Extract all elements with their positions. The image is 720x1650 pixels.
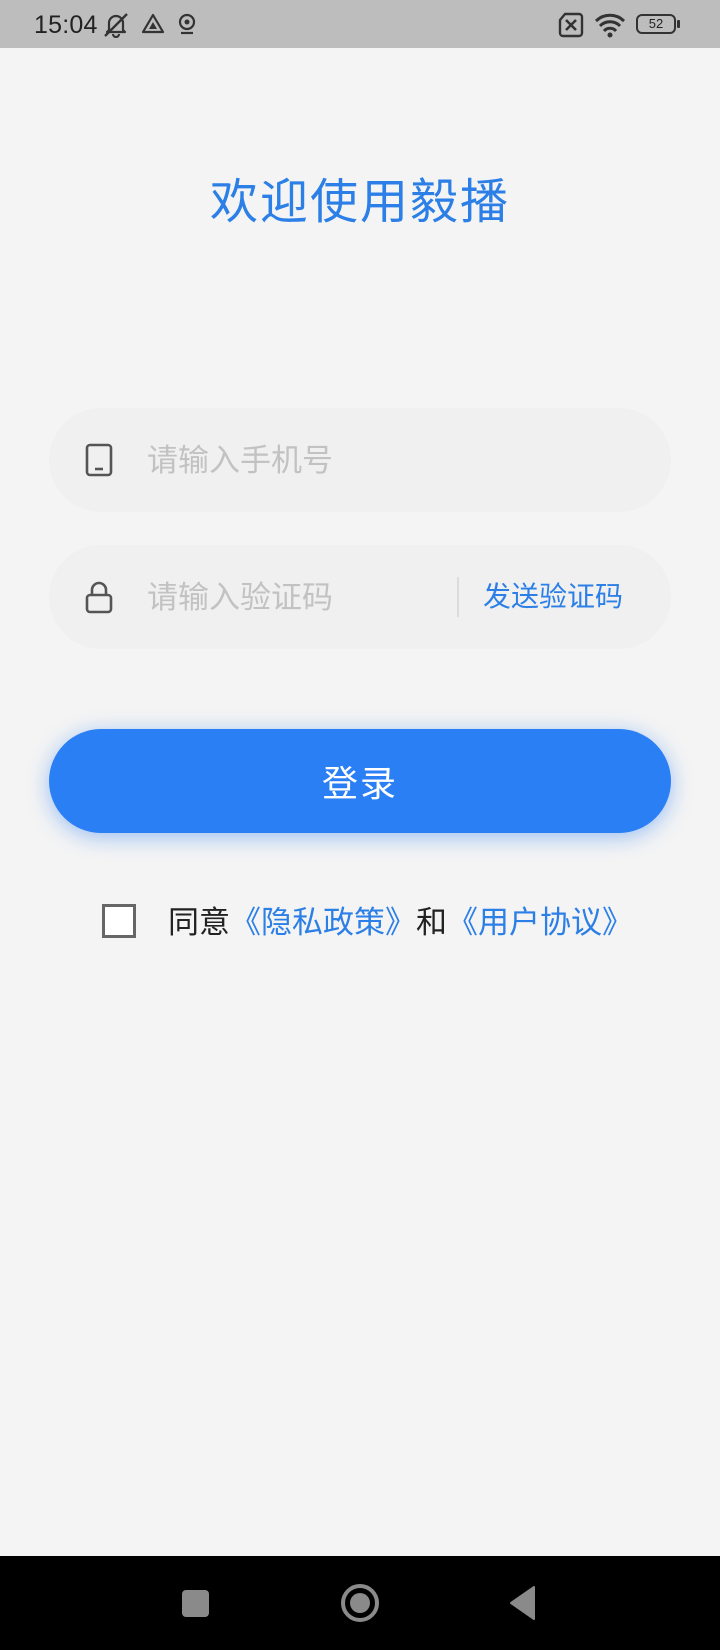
- status-bar: 15:04 52: [0, 0, 720, 48]
- agree-checkbox[interactable]: [102, 904, 136, 938]
- send-code-button[interactable]: 发送验证码: [483, 575, 623, 619]
- battery-level: 52: [648, 16, 664, 31]
- privacy-policy-link[interactable]: 《隐私政策》: [230, 905, 416, 941]
- agreement-row: 同意《隐私政策》和《用户协议》: [102, 900, 702, 946]
- phone-field: [49, 408, 671, 512]
- back-icon[interactable]: [500, 1578, 550, 1628]
- field-divider: [457, 577, 459, 617]
- battery-tip: [677, 20, 680, 28]
- phone-icon: [85, 443, 113, 477]
- verification-code-input[interactable]: [145, 567, 429, 629]
- battery-icon: 52: [636, 14, 676, 34]
- agree-prefix: 同意: [168, 905, 230, 941]
- home-icon[interactable]: [335, 1578, 385, 1628]
- no-sim-icon: [558, 12, 584, 38]
- agree-conjunction: 和: [416, 905, 447, 941]
- code-field: 发送验证码: [49, 545, 671, 649]
- recents-icon[interactable]: [170, 1578, 220, 1628]
- drive-icon: [141, 13, 165, 34]
- phone-input[interactable]: [145, 430, 489, 492]
- location-icon: [178, 13, 196, 35]
- user-agreement-link[interactable]: 《用户协议》: [447, 905, 633, 941]
- lock-icon: [85, 581, 113, 614]
- page-title: 欢迎使用毅播: [209, 174, 510, 230]
- notifications-off-icon: [104, 13, 128, 38]
- agreement-text: 同意《隐私政策》和《用户协议》: [168, 900, 633, 946]
- status-time: 15:04: [34, 11, 98, 39]
- wifi-icon: [594, 13, 626, 38]
- login-button[interactable]: 登录: [49, 729, 671, 833]
- navigation-bar: [0, 1556, 720, 1650]
